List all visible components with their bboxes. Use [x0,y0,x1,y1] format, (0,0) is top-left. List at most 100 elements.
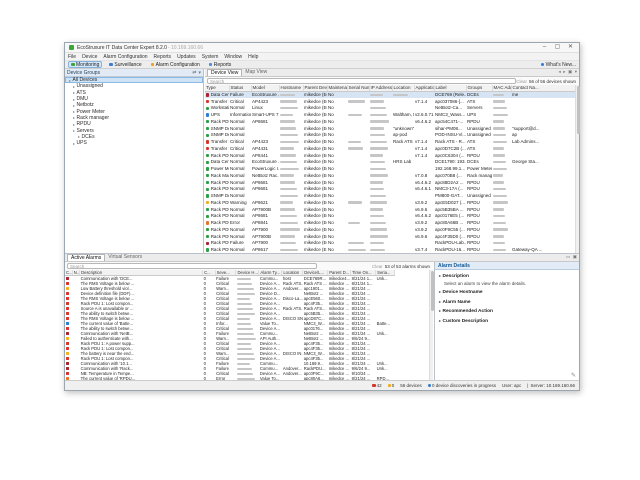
column-header-parent-d[interactable]: Parent D... [328,270,351,276]
device-search-input[interactable] [207,78,516,84]
cell-hostname [279,226,303,233]
column-header-serial-number[interactable]: Serial Number [347,85,369,91]
device-row[interactable]: UPSInformationalSmart-UPS 7...mikedce (E… [205,111,576,118]
column-header-alarm-ty[interactable]: Alarm Ty... [259,270,282,276]
column-header-ip-address[interactable]: IP Address [369,85,392,91]
expander-icon[interactable]: ▸ [73,103,75,108]
tab-monitoring[interactable]: Monitoring [68,61,102,68]
tab-device-view[interactable]: Device View [207,69,242,76]
redacted-value [348,114,362,117]
back-icon[interactable]: ◂ [558,68,560,76]
device-row[interactable]: Transfer Swi...CriticalAP4423mikedce (Ec… [205,98,576,105]
device-row[interactable]: Data CenterNormalEcoStruxure ...mikedce … [205,159,576,166]
expander-icon[interactable]: ▸ [73,90,75,95]
cell-maintenanc: No [327,192,347,199]
maximize-icon[interactable]: ▢ [551,43,564,52]
menu-help[interactable]: Help [248,54,258,60]
device-row[interactable]: Rack PDUNormalAP8681mikedce (Ec...Nov6.4… [205,179,576,186]
device-table-scrollbar[interactable] [575,85,579,253]
menu-window[interactable]: Window [224,54,242,60]
device-row[interactable]: SNMP Devi...Normalmikedce (Ec...Noap-pod… [205,132,576,139]
cell-serial-number [347,186,369,193]
expander-icon[interactable]: ▸ [78,134,80,139]
cell-groups: Rack manager [466,172,492,179]
device-row[interactable]: SNMP Devi...Normalmikedce (Ec...NoPM800-… [205,192,576,199]
cell-parent-device: mikedce (Ec... [303,132,327,139]
redacted-value [493,215,505,218]
device-row[interactable]: Rack PDUNormalAP8681mikedce (Ec...Nov6.4… [205,118,576,125]
column-header-device-l[interactable]: Device/L... [303,270,328,276]
minimize-pane-icon[interactable]: ▭ [566,253,570,261]
alarm-clear-link[interactable]: Clear [372,264,383,269]
view-menu-icon[interactable]: ▾ [575,68,577,76]
cell-serial-number [347,118,369,125]
device-scrollbar-thumb[interactable] [577,86,580,134]
status-normal-icon [206,127,209,130]
column-header-parent-device[interactable]: Parent Device [303,85,327,91]
menu-alarm-configuration[interactable]: Alarm Configuration [103,54,147,60]
tab-reports[interactable]: Reports [207,61,234,68]
cell-model: AP7900B [251,206,279,213]
column-header-mac-address[interactable]: MAC Address [492,85,511,91]
device-row[interactable]: Rack PDUFailureAP7900mikedce (Ec...NoRac… [205,240,576,247]
device-row[interactable]: Rack PDUNormalAP7900mikedce (Ec...Nov3.9… [205,226,576,233]
column-header-maintenanc[interactable]: Maintenanc... [327,85,347,91]
edit-icon[interactable]: ✎ [571,372,576,379]
tab-active-alarms[interactable]: Active Alarms [67,254,105,261]
close-icon[interactable]: ✕ [564,43,577,52]
device-row[interactable]: Rack Manag...NormalNetBotz Rac...mikedce… [205,172,576,179]
device-row[interactable]: SNMP Devi...Normalmikedce (Ec...No"unkno… [205,125,576,132]
device-row[interactable]: Rack PDUWarningAP8621mikedce (Ec...Nov3.… [205,199,576,206]
column-header-c[interactable]: C... [65,270,72,276]
device-clear-link[interactable]: Clear [516,79,527,84]
minimize-icon[interactable]: – [538,43,551,52]
cell-serial-number [347,105,369,112]
device-row[interactable]: Data CenterFailureEcoStruxure ...mikedce… [205,91,576,98]
tab-surveillance[interactable]: Surveillance [107,61,143,68]
device-row[interactable]: Power Mete...NormalPowerLogic I...mikedc… [205,165,576,172]
collapse-all-icon[interactable]: ⇄ [192,69,196,77]
menu-device[interactable]: Device [82,54,97,60]
expander-icon[interactable]: ▸ [73,128,75,133]
tab-alarm-configuration[interactable]: Alarm Configuration [149,61,202,68]
expander-icon[interactable]: ▸ [73,122,75,127]
column-header-hostname[interactable]: Hostname [279,85,303,91]
sidebar-item-ups[interactable]: ▸UPS [65,140,203,146]
device-row[interactable]: Transfer Swi...CriticalAP4423mikedce (Ec… [205,138,576,145]
expander-icon[interactable]: ▸ [73,109,75,114]
expander-icon[interactable]: ▸ [73,141,75,146]
tab-map-view[interactable]: Map View [242,69,270,76]
device-row[interactable]: Rack PDUNormalAP7900Bmikedce (Ec...Nov6.… [205,233,576,240]
device-row[interactable]: Rack PDUNormalAP8617mikedce (E...Nov3.7.… [205,246,576,253]
device-row[interactable]: Rack PDUNormalAP8441mikedce (Ec...Nov7.1… [205,152,576,159]
menu-system[interactable]: System [202,54,219,60]
expander-icon[interactable]: ▸ [73,115,75,120]
menu-file[interactable]: File [68,54,76,60]
view-menu-icon[interactable]: ▾ [198,69,201,77]
app-icon [69,45,74,50]
device-row[interactable]: Rack PDUNormalAP7900Bmikedce (Ec...Nov6.… [205,206,576,213]
column-header-application[interactable]: Application [414,85,434,91]
cell-label: apc88D2A2 ... [434,179,466,186]
menu-reports[interactable]: Reports [154,54,172,60]
pin-icon[interactable]: ▣ [568,68,572,76]
alarm-table-scrollbar[interactable] [429,270,433,382]
expander-icon[interactable]: ▸ [69,78,71,83]
device-row[interactable]: Rack PDUNormalAP8681mikedce (Ec...Nov6.4… [205,186,576,193]
tab-virtual-sensors[interactable]: Virtual Sensors [105,254,145,261]
alarm-search-input[interactable] [67,263,317,269]
severity-failure-flag-icon [66,362,69,365]
status-normal-icon [206,235,209,238]
forward-icon[interactable]: ▸ [563,68,565,76]
device-row[interactable]: Transfer Swi...CriticalAP4431mikedce (Ec… [205,145,576,152]
device-row[interactable]: WorkstationNormalLinuxmikedce (Ec...NoNe… [205,105,576,112]
whats-new-button[interactable]: What's New... [541,62,576,68]
device-row[interactable]: Rack PDUNormalAP8681mikedce (Ec...Nov6.4… [205,213,576,220]
column-header-n[interactable]: N... [72,270,79,276]
maximize-pane-icon[interactable]: ▣ [573,253,577,261]
expander-icon[interactable]: ▸ [73,97,75,102]
device-row[interactable]: Rack PDUErrorAP8841mikedce (Ec...Nov3.9.… [205,219,576,226]
expander-icon[interactable]: ▸ [73,84,75,89]
menu-updates[interactable]: Updates [177,54,196,60]
column-header-device-h[interactable]: Device H... [236,270,259,276]
